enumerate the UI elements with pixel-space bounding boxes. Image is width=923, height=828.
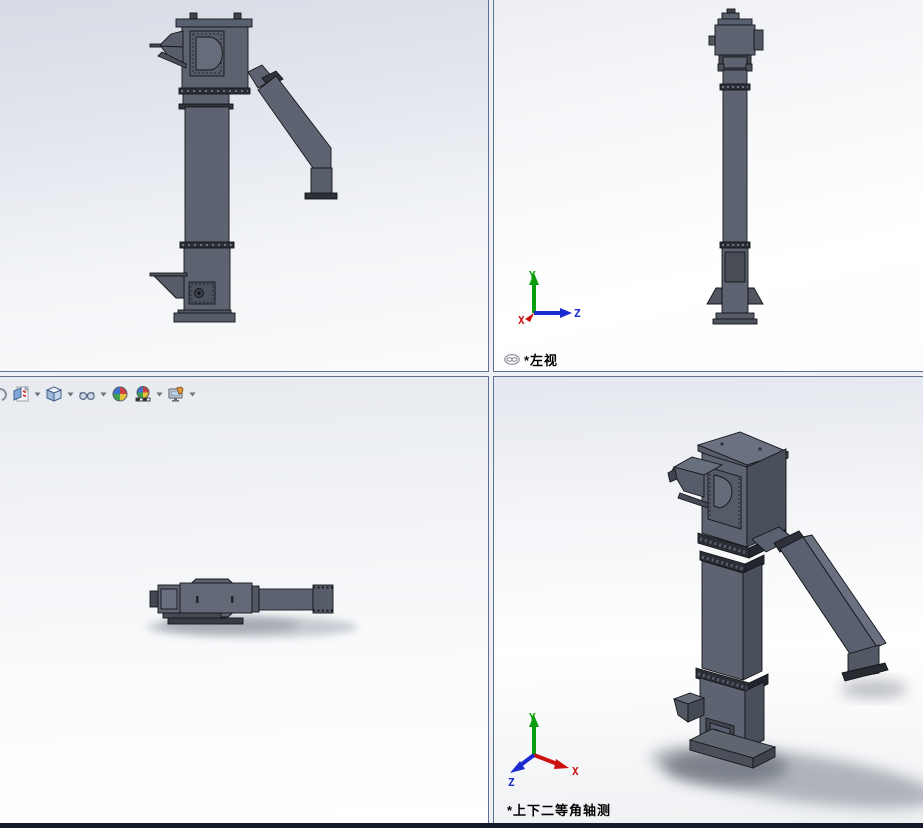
axis-z-label: Z (574, 307, 581, 320)
viewport-label-text: *左视 (524, 353, 559, 368)
top-view-model[interactable] (0, 377, 489, 823)
cad-graphics-area: Y Z X *左视 Y X Z *上下二等角轴测 (0, 0, 923, 828)
front-view-model[interactable] (0, 0, 489, 371)
viewport-isometric[interactable]: Y X Z *上下二等角轴测 (493, 376, 923, 823)
axis-triad: Y Z X (518, 269, 581, 327)
viewport-splitter-horizontal[interactable] (0, 372, 923, 376)
linked-view-icon (504, 354, 520, 365)
axis-y-label: Y (529, 711, 536, 724)
axis-x-label: X (572, 765, 579, 778)
viewport-label-text: *上下二等角轴测 (507, 803, 612, 818)
axis-x-label: X (518, 314, 525, 327)
axis-triad-iso: Y X Z (508, 711, 579, 789)
viewport-label-left: *左视 (504, 350, 558, 369)
axis-y-label: Y (529, 269, 536, 282)
viewport-left[interactable]: Y Z X *左视 (493, 0, 923, 372)
viewport-top[interactable] (0, 376, 489, 823)
viewport-splitter-vertical[interactable] (489, 0, 493, 823)
axis-z-label: Z (508, 776, 515, 789)
bottom-edge-bar (0, 823, 923, 828)
viewport-front[interactable] (0, 0, 489, 372)
viewport-label-isometric: *上下二等角轴测 (507, 800, 611, 819)
